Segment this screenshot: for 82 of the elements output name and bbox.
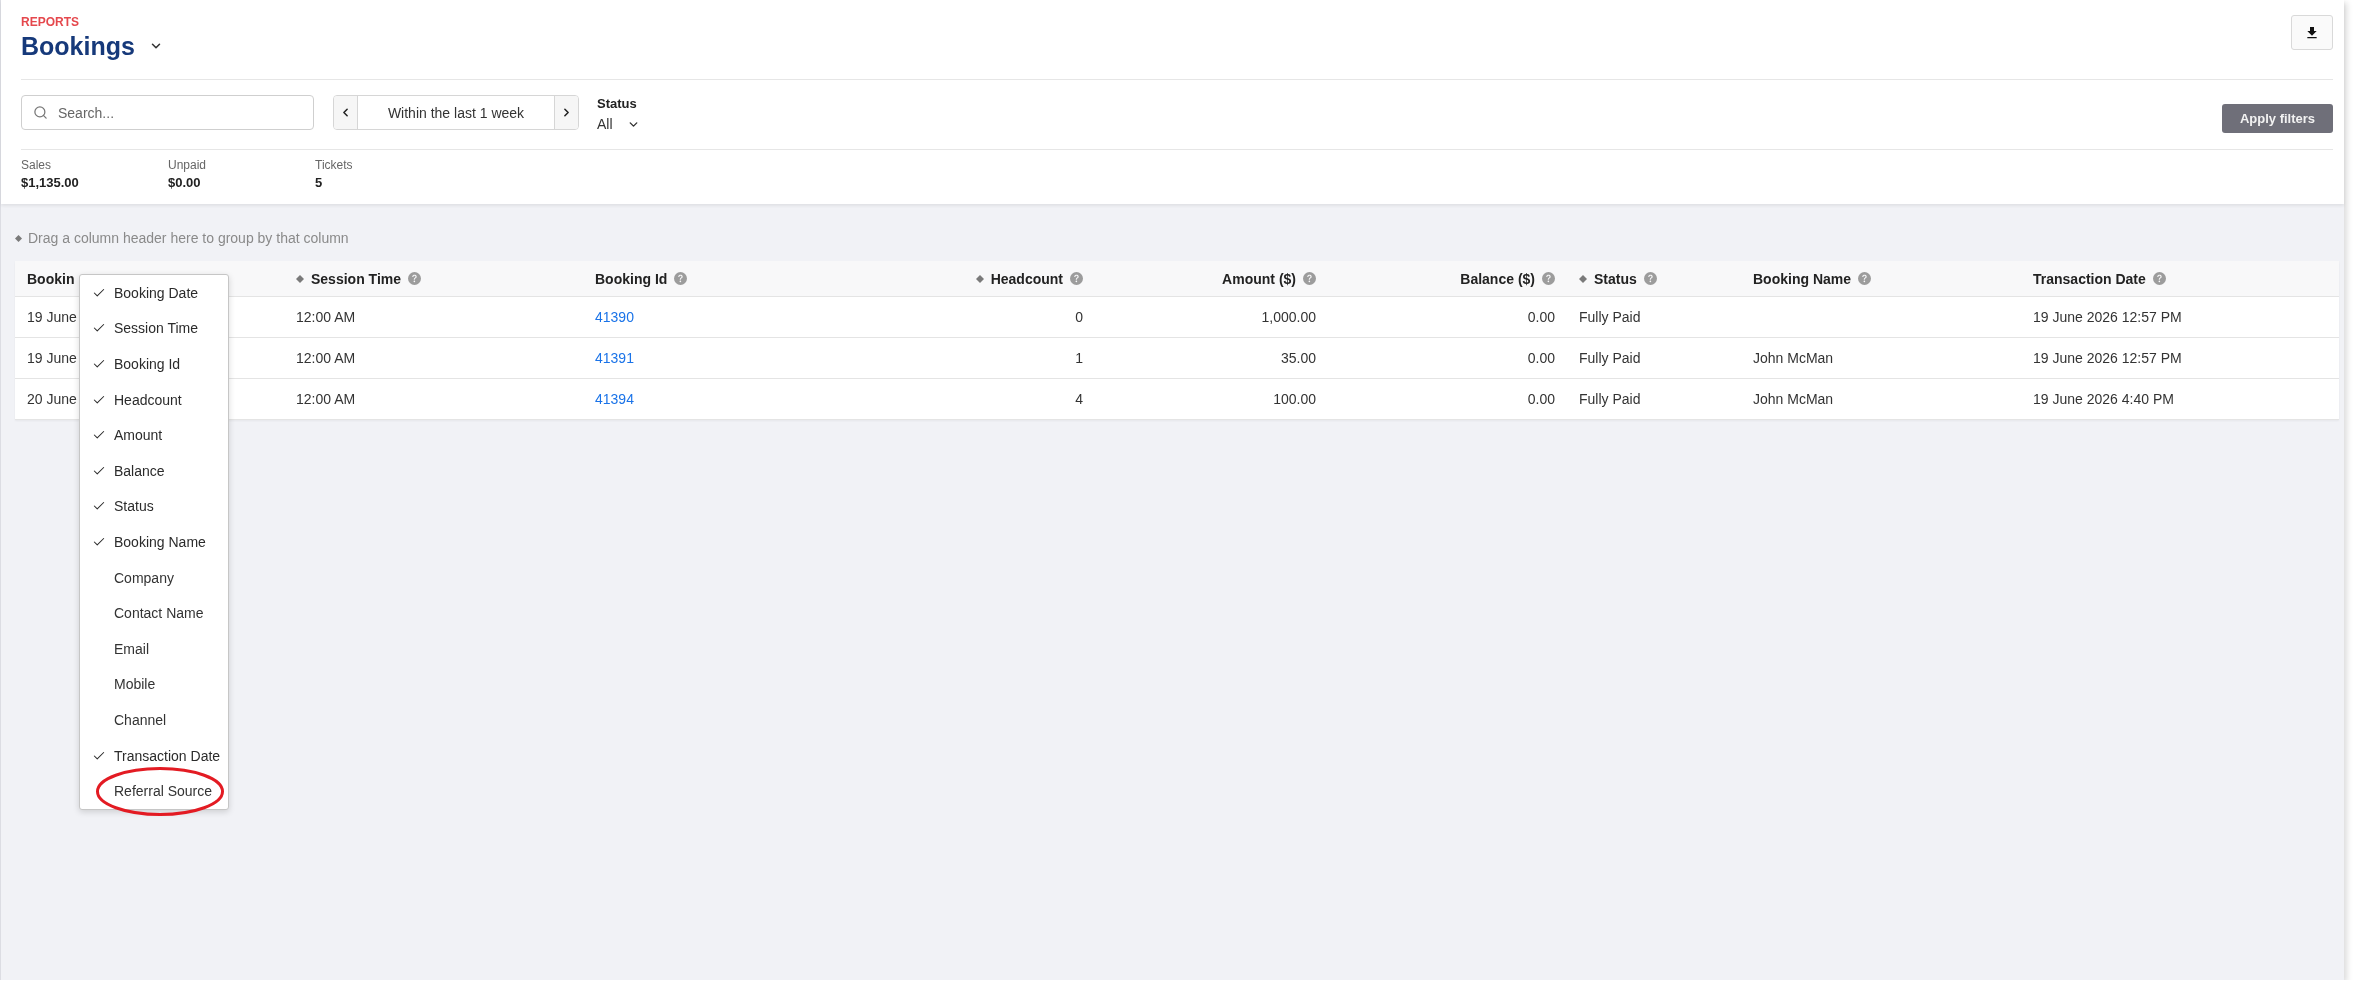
apply-filters-button[interactable]: Apply filters (2222, 104, 2333, 133)
help-icon[interactable] (2152, 272, 2166, 285)
column-header[interactable]: Balance ($) (1460, 270, 1535, 287)
column-header[interactable]: Status (1594, 270, 1637, 287)
table-cell: John McMan (1753, 350, 1834, 366)
table-cell: 20 June (27, 391, 77, 407)
menu-item[interactable]: Session Time (80, 310, 228, 347)
menu-item[interactable]: Email (80, 630, 228, 667)
search-icon (33, 105, 48, 120)
menu-item[interactable]: Booking Id (80, 346, 228, 382)
booking-link[interactable]: 41391 (595, 350, 634, 366)
next-button[interactable] (554, 96, 578, 129)
booking-link[interactable]: 41390 (595, 309, 634, 325)
table-cell: 4 (1075, 391, 1083, 407)
search-field[interactable]: Search... (21, 95, 314, 130)
help-icon[interactable] (1858, 272, 1871, 285)
filter-label: Status (597, 96, 638, 112)
table-cell: 19 June 2026 4:40 PM (2033, 391, 2174, 407)
table-cell: 1 (1075, 350, 1083, 366)
column-header[interactable]: Session Time (311, 270, 401, 287)
table-cell: 1,000.00 (1261, 309, 1316, 325)
table-cell: John McMan (1753, 391, 1834, 407)
stat-value: $0.00 (168, 175, 202, 191)
menu-item[interactable]: Company (80, 559, 228, 596)
table-cell: 12:00 AM (296, 350, 356, 366)
menu-item[interactable]: Balance (80, 452, 228, 489)
column-header[interactable]: Bookin (27, 270, 75, 287)
menu-item[interactable]: Mobile (80, 666, 228, 703)
stat-label: Unpaid (168, 158, 208, 172)
table-cell: 12:00 AM (296, 309, 356, 325)
table-cell: 0.00 (1527, 309, 1555, 325)
column-header[interactable]: Booking Name (1753, 270, 1851, 287)
table-cell: 19 June 2026 12:57 PM (2033, 350, 2182, 366)
help-icon[interactable] (674, 272, 688, 285)
table-cell: Fully Paid (1579, 350, 1641, 366)
diamond-icon (1579, 274, 1587, 283)
column-header[interactable]: Transaction Date (2033, 270, 2146, 287)
download-button[interactable] (2291, 15, 2333, 50)
table-cell: 19 June (27, 350, 77, 366)
booking-link[interactable]: 41394 (595, 391, 634, 407)
menu-item[interactable]: Booking Name (80, 524, 228, 560)
menu-item[interactable]: Transaction Date (80, 737, 228, 774)
help-icon[interactable] (1070, 272, 1083, 285)
table-cell: 0 (1075, 309, 1083, 325)
menu-item[interactable]: Channel (80, 702, 228, 738)
help-icon[interactable] (1542, 272, 1555, 285)
stat-label: Sales (21, 158, 53, 172)
table-cell: 19 June 2026 12:57 PM (2033, 309, 2182, 325)
menu-item[interactable]: Contact Name (80, 595, 228, 631)
group-hint: Drag a column header here to group by that column (28, 230, 349, 246)
menu-item[interactable]: Referral Source (80, 773, 228, 809)
table-cell: 0.00 (1527, 350, 1555, 366)
check-icon (92, 357, 106, 371)
table-cell: Fully Paid (1579, 391, 1641, 407)
diamond-icon (975, 274, 984, 283)
column-header[interactable]: Headcount (990, 270, 1063, 287)
column-header[interactable]: Booking Id (595, 270, 668, 287)
menu-item[interactable]: Status (80, 488, 228, 525)
table-cell: 100.00 (1273, 391, 1316, 407)
menu-item[interactable]: Headcount (80, 381, 228, 418)
column-header[interactable]: Amount ($) (1222, 270, 1296, 287)
table-cell: 12:00 AM (296, 391, 356, 407)
table-cell: 0.00 (1527, 391, 1555, 407)
help-icon[interactable] (408, 272, 421, 285)
page-title: Bookings (21, 31, 135, 62)
table-cell: 35.00 (1280, 350, 1316, 366)
status-select[interactable]: All (597, 116, 640, 132)
menu-item[interactable]: Booking Date (80, 275, 228, 311)
table-cell: Fully Paid (1579, 309, 1641, 325)
table-cell: 19 June (27, 309, 77, 325)
help-icon[interactable] (1303, 272, 1316, 285)
stat-label: Tickets (315, 158, 354, 172)
menu-item[interactable]: Amount (80, 417, 228, 453)
download-icon (2304, 24, 2320, 41)
date-range-label[interactable]: Within the last 1 week (358, 96, 554, 129)
help-icon[interactable] (1643, 272, 1657, 285)
diamond-icon (296, 274, 304, 283)
stat-value: $1,135.00 (21, 175, 80, 191)
stat-value: 5 (315, 175, 324, 191)
diamond-icon (15, 234, 22, 242)
section-label: REPORTS (21, 15, 80, 29)
previous-button[interactable] (334, 96, 358, 129)
